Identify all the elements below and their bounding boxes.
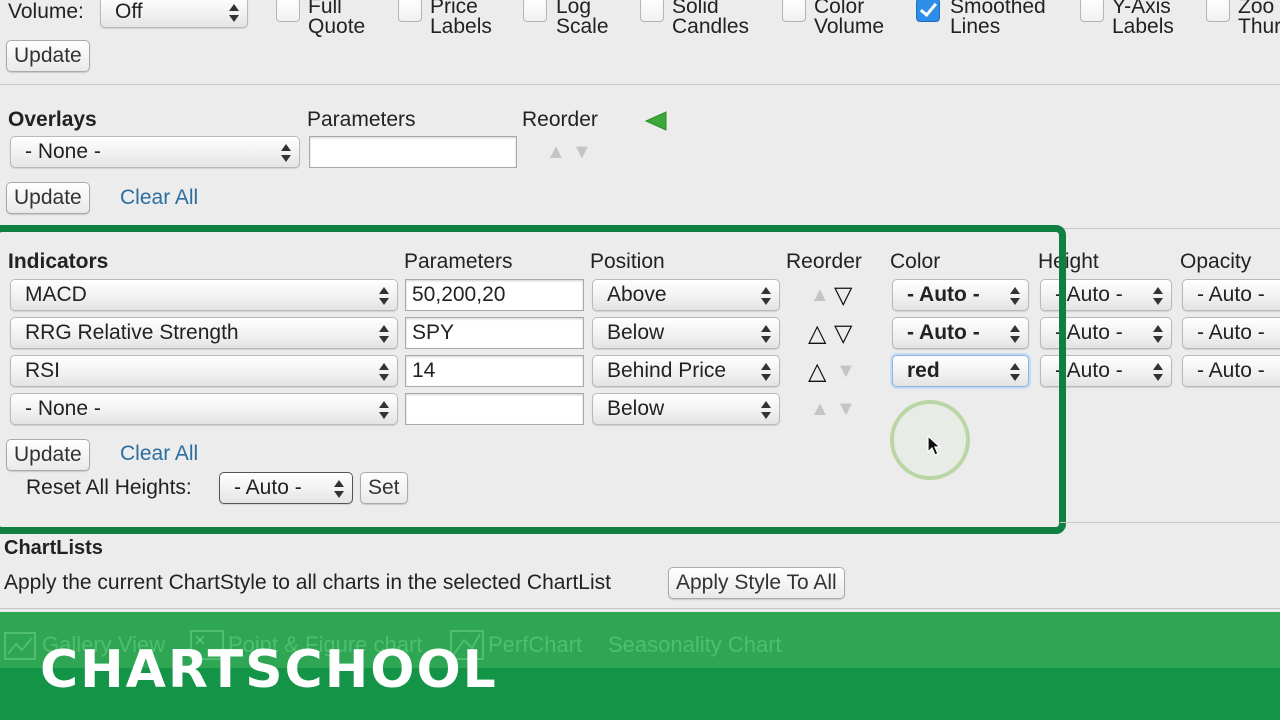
volume-select-value: Off bbox=[115, 0, 143, 23]
indicators-opacity-heading: Opacity bbox=[1180, 250, 1252, 273]
volume-label: Volume: bbox=[8, 0, 84, 23]
checkbox-log-scale-label: Log Scale bbox=[556, 0, 609, 38]
volume-select[interactable]: Off bbox=[100, 0, 248, 28]
indicator-opacity-1-value: - Auto - bbox=[1197, 283, 1265, 306]
reorder-down-icon: ▼ bbox=[572, 141, 592, 163]
chartlists-description: Apply the current ChartStyle to all char… bbox=[4, 571, 611, 594]
chevron-updown-icon bbox=[281, 143, 291, 163]
overlays-heading: Overlays bbox=[8, 108, 97, 131]
apply-style-button[interactable]: Apply Style To All bbox=[668, 567, 845, 599]
reorder-up-icon: ▲ bbox=[546, 141, 566, 163]
indicator-opacity-select-3[interactable]: - Auto - bbox=[1182, 355, 1280, 387]
reorder-left-arrow-icon[interactable] bbox=[644, 110, 668, 132]
checkbox-y-axis-labels-label: Y-Axis Labels bbox=[1112, 0, 1174, 38]
highlight-frame bbox=[0, 225, 1066, 534]
indicator-opacity-select-1[interactable]: - Auto - bbox=[1182, 279, 1280, 311]
indicator-opacity-select-2[interactable]: - Auto - bbox=[1182, 317, 1280, 349]
divider bbox=[0, 84, 1280, 85]
chartlists-heading: ChartLists bbox=[4, 537, 103, 559]
checkbox-full-quote[interactable] bbox=[276, 0, 300, 22]
divider bbox=[1060, 522, 1280, 523]
checkbox-smoothed-lines[interactable] bbox=[916, 0, 940, 22]
brand-logo-text: CHARTSCHOOL bbox=[40, 640, 498, 700]
checkbox-full-quote-label: Full Quote bbox=[308, 0, 366, 38]
chevron-updown-icon bbox=[1153, 324, 1163, 344]
chevron-updown-icon bbox=[1153, 362, 1163, 382]
chevron-updown-icon bbox=[229, 3, 239, 23]
indicator-opacity-3-value: - Auto - bbox=[1197, 359, 1265, 382]
checkbox-log-scale[interactable] bbox=[523, 0, 547, 22]
overlays-update-button[interactable]: Update bbox=[6, 182, 90, 214]
overlays-reorder-heading: Reorder bbox=[522, 108, 598, 131]
checkbox-solid-candles-label: Solid Candles bbox=[672, 0, 750, 38]
checkbox-price-labels-label: Price Labels bbox=[430, 0, 492, 38]
perfchart-link[interactable]: PerfChart bbox=[488, 632, 582, 658]
gallery-icon bbox=[4, 632, 36, 660]
checkbox-y-axis-labels[interactable] bbox=[1080, 0, 1104, 22]
checkbox-smoothed-lines-label: Smoothed Lines bbox=[950, 0, 1046, 38]
chevron-updown-icon bbox=[1153, 286, 1163, 306]
seasonality-link[interactable]: Seasonality Chart bbox=[608, 632, 782, 658]
update-button-top[interactable]: Update bbox=[6, 40, 90, 72]
divider bbox=[0, 608, 1280, 609]
checkbox-zoom-thumbnails-label: Zoo Thur bbox=[1238, 0, 1280, 38]
indicator-opacity-2-value: - Auto - bbox=[1197, 321, 1265, 344]
checkbox-price-labels[interactable] bbox=[398, 0, 422, 22]
checkbox-color-volume[interactable] bbox=[782, 0, 806, 22]
checkbox-color-volume-label: Color Volume bbox=[814, 0, 885, 38]
overlays-clear-all-link[interactable]: Clear All bbox=[120, 186, 198, 210]
overlays-params-heading: Parameters bbox=[307, 108, 416, 131]
overlay-select[interactable]: - None - bbox=[10, 136, 300, 168]
mouse-cursor-icon bbox=[927, 435, 942, 456]
overlay-params-input[interactable] bbox=[309, 136, 517, 168]
checkbox-solid-candles[interactable] bbox=[640, 0, 664, 22]
overlay-select-value: - None - bbox=[25, 140, 101, 163]
checkbox-zoom-thumbnails[interactable] bbox=[1206, 0, 1230, 22]
